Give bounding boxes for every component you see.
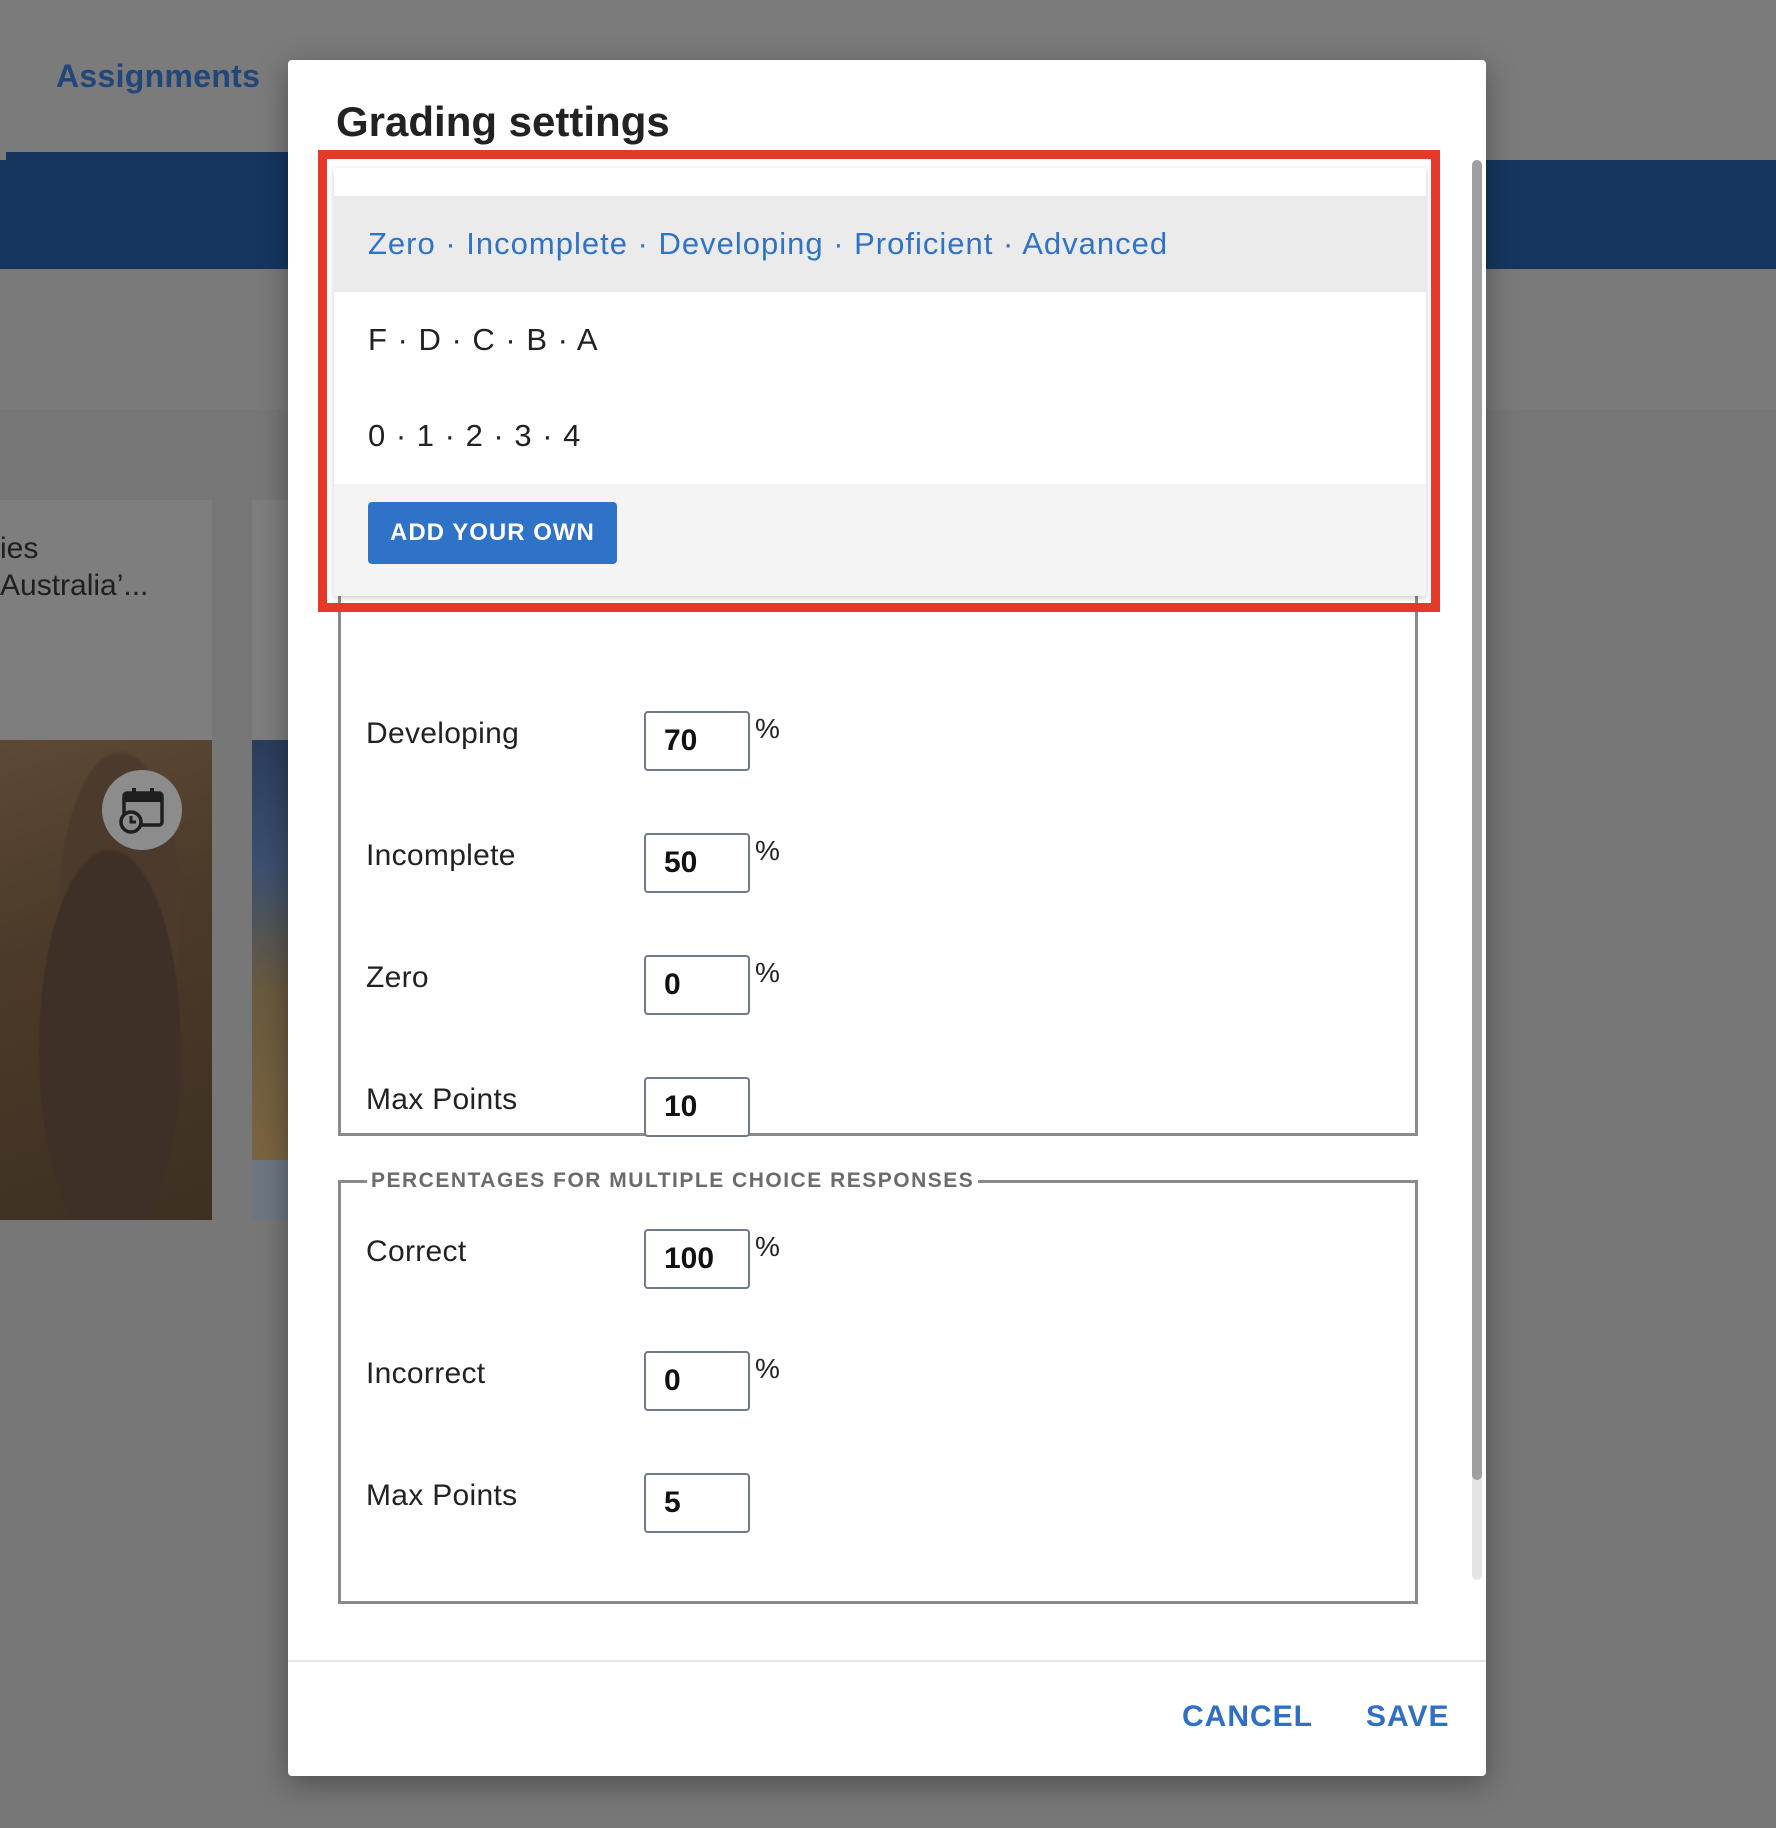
mc-row-label: Max Points xyxy=(366,1479,518,1512)
scale-row-label: Developing xyxy=(366,717,520,750)
percent-suffix: % xyxy=(755,835,780,866)
mc-row-label: Incorrect xyxy=(366,1357,486,1390)
dialog-title: Grading settings xyxy=(336,98,670,145)
tab-assignments[interactable]: Assignments xyxy=(56,58,260,95)
correct-percent-input[interactable] xyxy=(644,1229,750,1289)
max-points-input[interactable] xyxy=(644,1077,750,1137)
annotation-highlight-box xyxy=(318,150,1440,612)
assignment-card-footer xyxy=(252,1160,292,1220)
scale-row-label: Max Points xyxy=(366,1083,518,1116)
multiple-choice-fieldset: PERCENTAGES FOR MULTIPLE CHOICE RESPONSE… xyxy=(338,1169,1418,1604)
dialog-footer: CANCEL SAVE xyxy=(288,1660,1486,1778)
developing-percent-input[interactable] xyxy=(644,711,750,771)
percent-suffix: % xyxy=(755,713,780,744)
grading-scale-fieldset: Developing % Incomplete % Zero % Max Poi… xyxy=(338,580,1418,1137)
calendar-clock-icon[interactable] xyxy=(102,770,182,850)
percent-suffix: % xyxy=(755,1353,780,1384)
mc-row-label: Correct xyxy=(366,1235,467,1268)
multiple-choice-legend: PERCENTAGES FOR MULTIPLE CHOICE RESPONSE… xyxy=(367,1169,979,1193)
dialog-scrollbar-thumb[interactable] xyxy=(1472,160,1482,1480)
assignment-card-title: ies Australia’... xyxy=(0,532,149,602)
scale-row-label: Incomplete xyxy=(366,839,516,872)
zero-percent-input[interactable] xyxy=(644,955,750,1015)
percent-suffix: % xyxy=(755,1231,780,1262)
mc-max-points-input[interactable] xyxy=(644,1473,750,1533)
percent-suffix: % xyxy=(755,957,780,988)
incorrect-percent-input[interactable] xyxy=(644,1351,750,1411)
active-tab-indicator xyxy=(6,152,288,160)
cancel-button[interactable]: CANCEL xyxy=(1182,1700,1313,1734)
scale-row-label: Zero xyxy=(366,961,429,994)
incomplete-percent-input[interactable] xyxy=(644,833,750,893)
save-button[interactable]: SAVE xyxy=(1366,1700,1449,1734)
assignment-card-image xyxy=(252,740,292,1160)
